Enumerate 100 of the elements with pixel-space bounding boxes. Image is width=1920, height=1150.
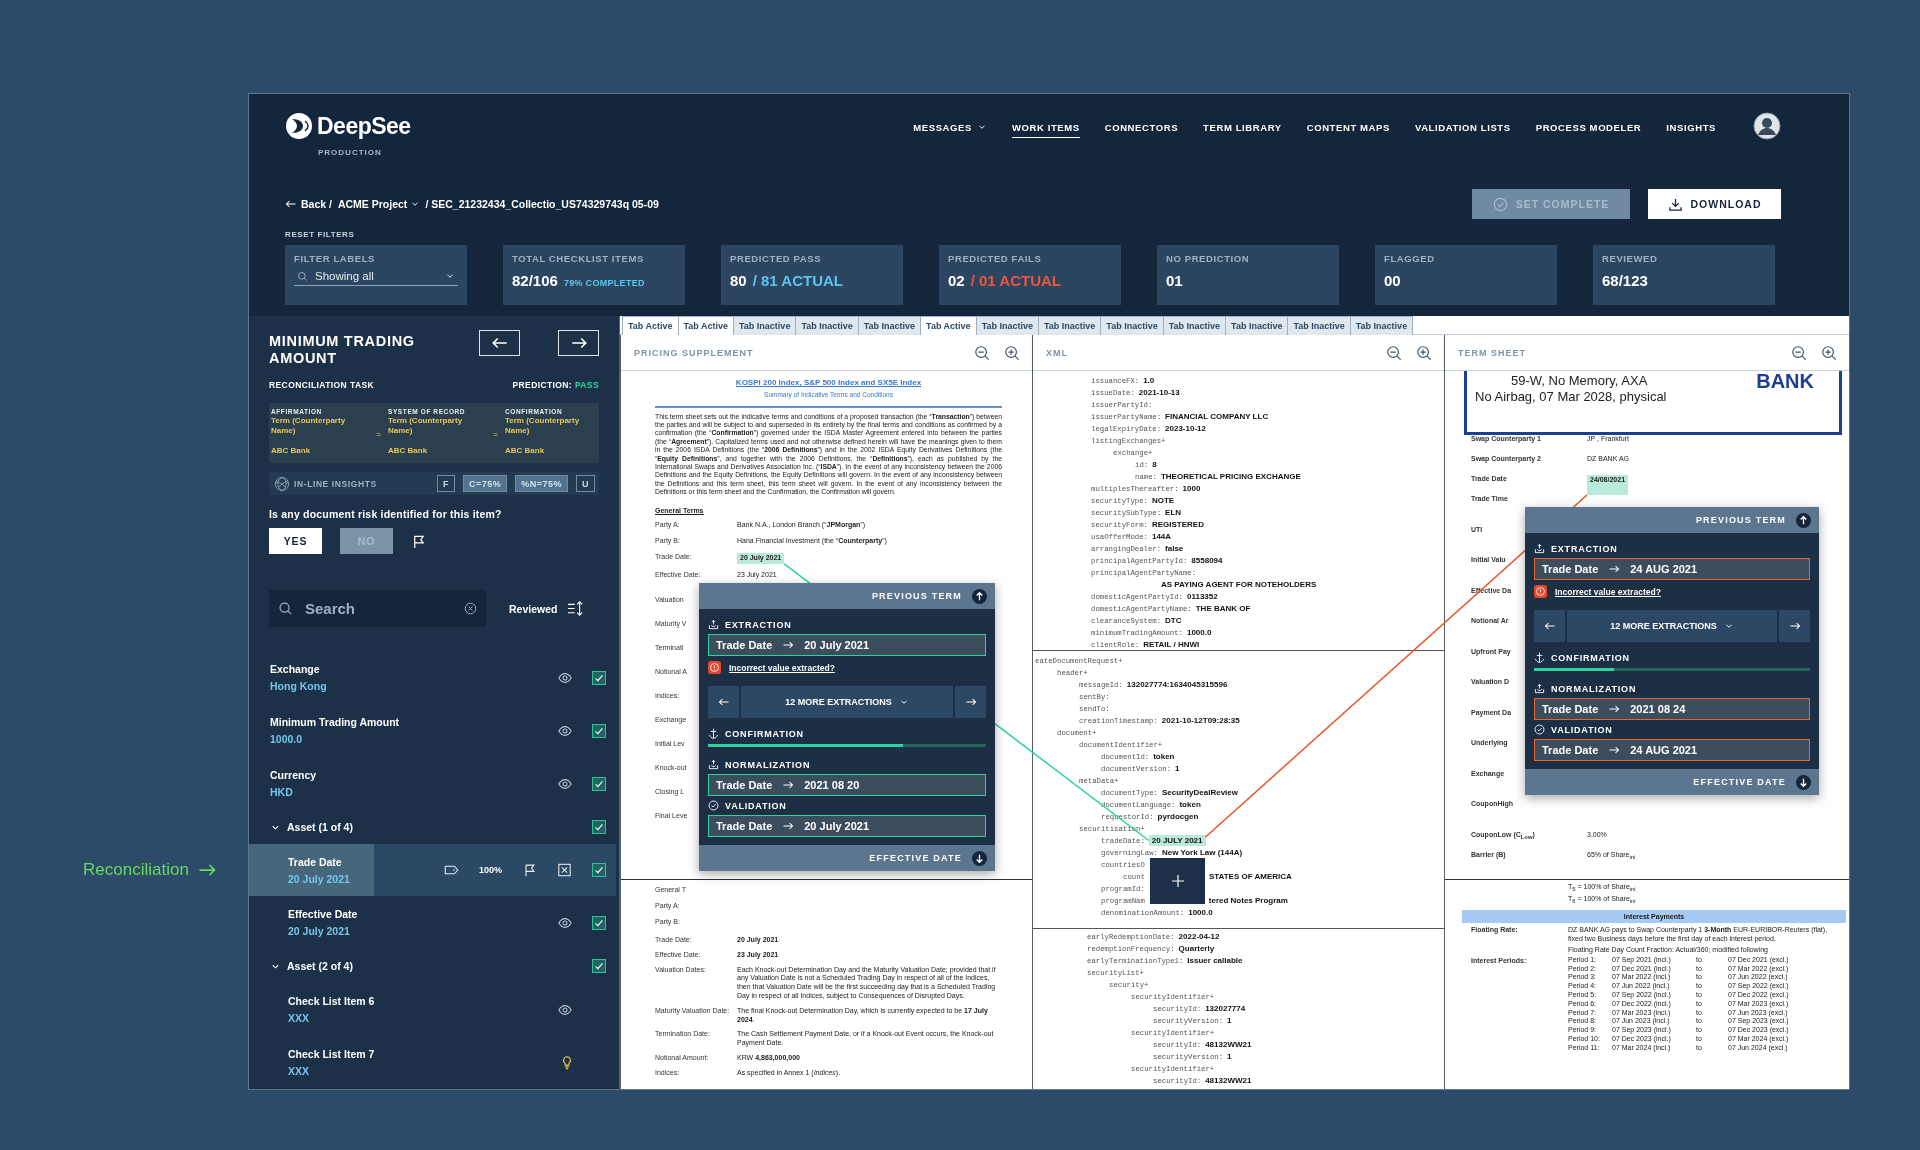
document-tab[interactable]: Tab Inactive <box>795 316 859 335</box>
checkbox[interactable] <box>592 820 606 834</box>
nav-item[interactable]: CONTENT MAPS <box>1306 117 1390 138</box>
effective-date-button[interactable]: EFFECTIVE DATE <box>699 845 995 871</box>
checklist-item[interactable]: Minimum Trading Amount 1000.0 <box>249 704 616 757</box>
document-tab[interactable]: Tab Inactive <box>1038 316 1102 335</box>
eye-icon[interactable] <box>558 723 572 738</box>
next-extraction-button[interactable] <box>955 686 986 718</box>
zoom-in-icon[interactable] <box>1416 344 1432 361</box>
item-label: Effective Date <box>288 908 359 920</box>
document-tab[interactable]: Tab Inactive <box>857 316 922 335</box>
back-link[interactable]: Back / <box>285 198 332 210</box>
zoom-out-icon[interactable] <box>974 344 990 361</box>
zoom-out-icon[interactable] <box>1791 344 1807 361</box>
zoom-in-icon[interactable] <box>1004 344 1020 361</box>
checklist-item[interactable]: Trade Date 20 July 2021 100% <box>249 844 616 896</box>
clear-icon[interactable] <box>464 602 477 615</box>
nav-item[interactable]: CONNECTORS <box>1104 117 1179 138</box>
reset-filters-link[interactable]: RESET FILTERS <box>285 230 1781 239</box>
group-toggle[interactable]: Asset (1 of 4) <box>270 821 353 833</box>
document-tab[interactable]: Tab Inactive <box>1349 316 1414 335</box>
eye-icon[interactable] <box>558 1002 572 1017</box>
zoom-in-icon[interactable] <box>1821 344 1837 361</box>
document-tab[interactable]: Tab Inactive <box>1225 316 1289 335</box>
more-extractions-dropdown[interactable]: 12 MORE EXTRACTIONS <box>1567 610 1777 642</box>
eye-icon[interactable] <box>558 670 572 685</box>
insight-chip[interactable]: F <box>436 475 455 492</box>
item-label: Currency <box>270 769 318 781</box>
nav-item[interactable]: MESSAGES <box>913 117 987 138</box>
flag-icon[interactable] <box>411 533 426 549</box>
previous-extraction-button[interactable] <box>1534 610 1565 642</box>
xml-value: token <box>1179 800 1201 809</box>
search-input[interactable]: Search <box>303 599 454 618</box>
item-value: XXX <box>288 1012 310 1024</box>
nav-item[interactable]: INSIGHTS <box>1666 117 1716 138</box>
document-tab[interactable]: Tab Inactive <box>1162 316 1227 335</box>
nav-item[interactable]: PROCESS MODELER <box>1535 117 1642 138</box>
nav-item[interactable]: TERM LIBRARY <box>1203 117 1282 138</box>
checklist-item[interactable]: Effective Date 20 July 2021 <box>249 896 616 949</box>
insight-chip[interactable]: %N=75% <box>515 475 568 492</box>
project-dropdown[interactable]: ACME Project <box>337 198 421 210</box>
eye-icon[interactable] <box>558 776 572 791</box>
previous-term-button[interactable]: PREVIOUS TERM <box>699 583 995 609</box>
document-tab[interactable]: Tab Active <box>920 316 977 335</box>
next-extraction-button[interactable] <box>1779 610 1810 642</box>
document-tab[interactable]: Tab Inactive <box>975 316 1039 335</box>
document-tab[interactable]: Tab Active <box>677 316 735 335</box>
eye-icon[interactable] <box>558 915 572 930</box>
breadcrumb-path: / SEC_21232434_Collectio_US74329743q 05-09 <box>425 198 659 210</box>
risk-question: Is any document risk identified for this item? <box>269 508 503 520</box>
xml-value: FINANCIAL COMPANY LLC <box>1165 412 1269 421</box>
checklist-item[interactable]: Check List Item 7 XXX <box>249 1036 616 1089</box>
value-field: Trade Date 2021 08 24 <box>1534 698 1810 720</box>
next-button[interactable] <box>558 330 599 356</box>
group-toggle[interactable]: Asset (2 of 4) <box>270 960 353 972</box>
lightbulb-icon[interactable] <box>560 1054 574 1071</box>
answer-button[interactable]: YES <box>269 528 322 554</box>
checkbox[interactable] <box>592 915 606 930</box>
incorrect-value-link[interactable]: Incorrect value extracted? <box>1555 586 1661 597</box>
effective-date-button[interactable]: EFFECTIVE DATE <box>1525 769 1819 795</box>
xml-value: tered Notes Program <box>1208 896 1288 905</box>
insights-label: IN-LINE INSIGHTS <box>294 478 377 489</box>
section-label: EXTRACTION <box>1551 543 1618 554</box>
document-tab[interactable]: Tab Active <box>622 316 679 335</box>
document-tab[interactable]: Tab Inactive <box>1287 316 1351 335</box>
download-button[interactable]: DOWNLOAD <box>1648 189 1781 219</box>
document-tab[interactable]: Tab Inactive <box>733 316 797 335</box>
more-extractions-dropdown[interactable]: 12 MORE EXTRACTIONS <box>741 686 953 718</box>
checkbox[interactable] <box>592 723 606 738</box>
xml-value: NOTE <box>1151 496 1175 505</box>
previous-extraction-button[interactable] <box>708 686 739 718</box>
insight-chip[interactable]: C=75% <box>462 475 508 492</box>
nav-item[interactable]: VALIDATION LISTS <box>1414 117 1511 138</box>
checklist-item[interactable]: Currency HKD <box>249 757 616 810</box>
search-field[interactable]: Search <box>269 590 486 627</box>
checkbox[interactable] <box>592 959 606 973</box>
checkbox[interactable] <box>592 863 606 877</box>
previous-button[interactable] <box>479 330 520 356</box>
document-tab[interactable]: Tab Inactive <box>1100 316 1164 335</box>
nav-item[interactable]: WORK ITEMS <box>1011 117 1080 138</box>
checklist-item[interactable]: Check List Item 6 XXX <box>249 983 616 1036</box>
avatar-icon[interactable] <box>1753 112 1781 140</box>
sort-button[interactable]: Reviewed <box>509 601 585 616</box>
filter-dropdown[interactable]: Showing all <box>294 270 458 286</box>
insight-chip[interactable]: U <box>576 475 595 492</box>
flag-icon[interactable] <box>522 863 537 877</box>
tag-icon[interactable] <box>443 863 459 877</box>
card-label: NO PREDICTION <box>1166 253 1251 264</box>
xml-value: 8558094 <box>1191 556 1223 565</box>
previous-term-button[interactable]: PREVIOUS TERM <box>1525 507 1819 533</box>
xml-value: New York Law (144A) <box>1161 848 1243 857</box>
checkbox[interactable] <box>592 670 606 685</box>
sort-icon <box>567 601 585 616</box>
checklist-item[interactable]: Exchange Hong Kong <box>249 651 616 704</box>
reject-icon[interactable] <box>557 863 572 877</box>
document-title-link[interactable]: KOSPI 200 Index, S&P 500 Index and SX5E Index <box>655 379 1002 388</box>
task-subtitle: RECONCILIATION TASK <box>269 380 375 390</box>
checkbox[interactable] <box>592 776 606 791</box>
zoom-out-icon[interactable] <box>1386 344 1402 361</box>
incorrect-value-link[interactable]: Incorrect value extracted? <box>729 662 835 673</box>
